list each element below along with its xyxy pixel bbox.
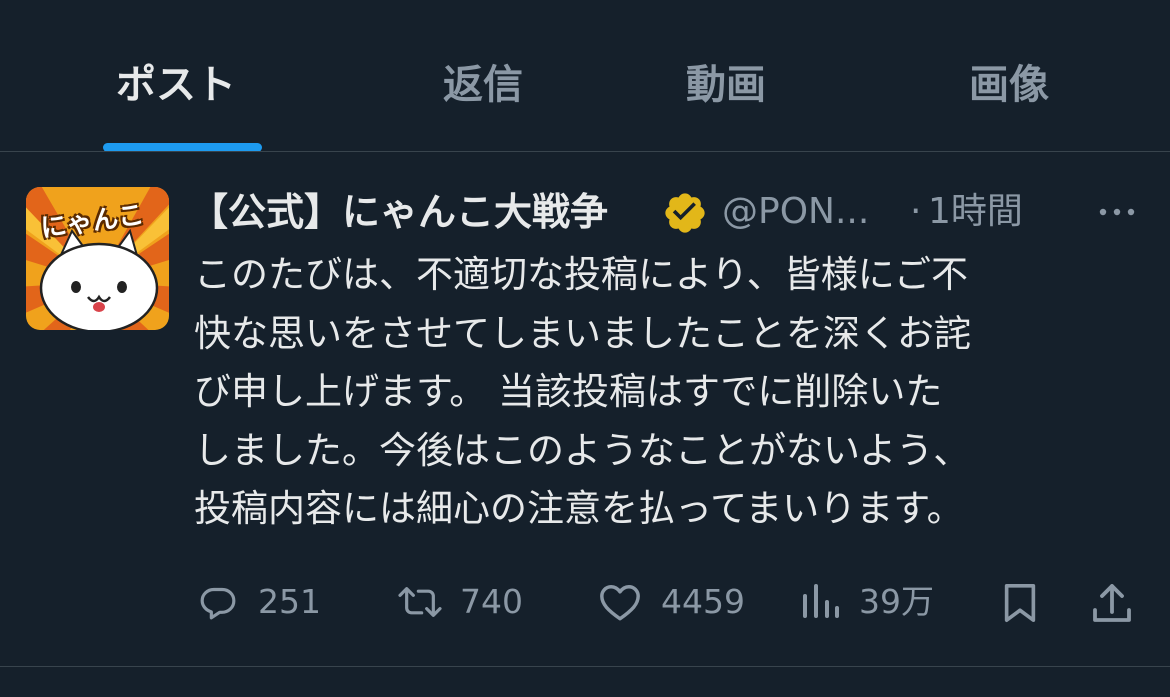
post-text: このたびは、不適切な投稿により、皆様にご不 快な思いをさせてしまいましたことを深…	[194, 246, 1144, 539]
heart-icon	[600, 585, 640, 621]
like-button[interactable]: 4459	[597, 574, 757, 630]
tab-images[interactable]: 画像	[969, 55, 1049, 115]
divider	[0, 666, 1170, 667]
timestamp[interactable]: 1時間	[928, 184, 1023, 240]
repost-icon	[398, 587, 442, 617]
post-header: 【公式】にゃんこ大戦争 @PON... · 1時間	[190, 184, 1150, 240]
reply-icon	[200, 587, 236, 620]
post-text-line: しました。今後はこのようなことがないよう、	[194, 428, 971, 472]
repost-button[interactable]: 740	[393, 574, 533, 630]
views-button[interactable]: 39万	[801, 574, 951, 630]
post-text-line: び申し上げます。 当該投稿はすでに削除いた	[194, 370, 943, 413]
tab-videos[interactable]: 動画	[686, 55, 766, 115]
bookmark-button[interactable]	[1000, 574, 1042, 630]
post-text-line: このたびは、不適切な投稿により、皆様にご不	[194, 253, 969, 296]
avatar[interactable]: にゃんこ	[26, 187, 169, 330]
post-text-line: 投稿内容には細心の注意を払ってまいります。	[194, 487, 964, 530]
views-count: 39万	[859, 582, 934, 621]
more-button[interactable]	[1095, 194, 1139, 230]
tab-posts[interactable]: ポスト	[116, 55, 236, 115]
profile-tabs: ポスト 返信 動画 画像	[0, 0, 1170, 152]
reply-button[interactable]: 251	[196, 574, 336, 630]
display-name[interactable]: 【公式】にゃんこ大戦争	[190, 184, 608, 240]
handle[interactable]: @PON...	[722, 184, 869, 240]
separator: ·	[910, 191, 922, 232]
divider	[0, 151, 1170, 152]
share-button[interactable]	[1090, 574, 1134, 630]
views-icon	[803, 584, 839, 618]
more-horizontal-icon	[1099, 208, 1135, 216]
bookmark-icon	[1004, 584, 1036, 622]
reply-count: 251	[258, 582, 321, 621]
post-text-line: 快な思いをさせてしまいましたことを深くお詫	[194, 311, 971, 355]
repost-count: 740	[460, 582, 523, 621]
tab-replies[interactable]: 返信	[443, 55, 523, 115]
share-icon	[1093, 584, 1131, 622]
like-count: 4459	[661, 582, 745, 621]
verified-badge-icon	[662, 190, 708, 236]
